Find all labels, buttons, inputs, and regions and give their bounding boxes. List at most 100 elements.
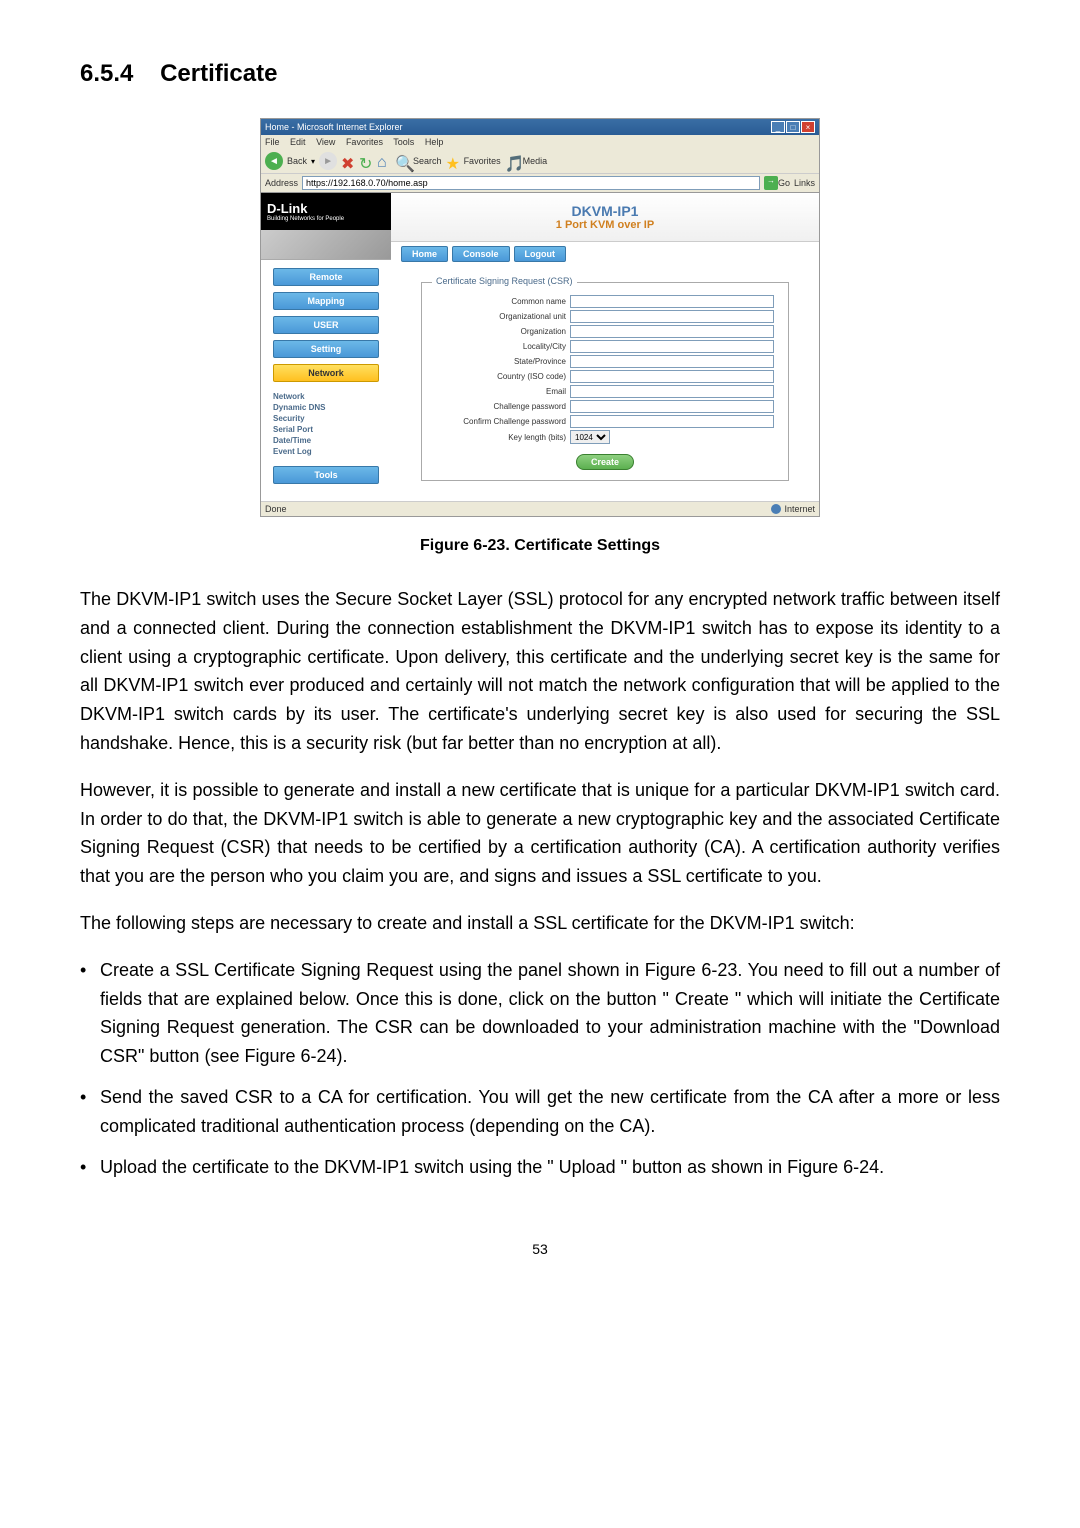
sidebar-mapping[interactable]: Mapping [273, 292, 379, 310]
label-email: Email [436, 387, 566, 396]
window-buttons: _ □ × [771, 121, 815, 133]
sidebar-setting[interactable]: Setting [273, 340, 379, 358]
maximize-button[interactable]: □ [786, 121, 800, 133]
figure-caption: Figure 6-23. Certificate Settings [80, 537, 1000, 555]
menu-file[interactable]: File [265, 137, 280, 147]
paragraph-2: However, it is possible to generate and … [80, 776, 1000, 891]
product-header: DKVM-IP1 1 Port KVM over IP [391, 193, 819, 242]
paragraph-3: The following steps are necessary to cre… [80, 909, 1000, 938]
steps-list: Create a SSL Certificate Signing Request… [80, 956, 1000, 1182]
links-label[interactable]: Links [794, 178, 815, 188]
label-challenge: Challenge password [436, 402, 566, 411]
media-label: Media [523, 156, 548, 166]
label-confirm: Confirm Challenge password [436, 417, 566, 426]
select-keylength[interactable]: 1024 [570, 430, 610, 444]
input-org-unit[interactable] [570, 310, 774, 323]
screenshot: Home - Microsoft Internet Explorer _ □ ×… [80, 118, 1000, 517]
browser-window: Home - Microsoft Internet Explorer _ □ ×… [260, 118, 820, 517]
fieldset-legend: Certificate Signing Request (CSR) [432, 276, 577, 286]
status-done: Done [265, 504, 287, 514]
tab-logout[interactable]: Logout [514, 246, 567, 262]
label-org-unit: Organizational unit [436, 312, 566, 321]
section-number: 6.5.4 [80, 60, 133, 87]
sublink-eventlog[interactable]: Event Log [273, 447, 379, 456]
label-country: Country (ISO code) [436, 372, 566, 381]
logo-subtitle: Building Networks for People [267, 216, 385, 222]
home-icon[interactable]: ⌂ [377, 154, 391, 168]
forward-button[interactable]: ► [319, 152, 337, 170]
input-country[interactable] [570, 370, 774, 383]
stop-icon[interactable]: ✖ [341, 154, 355, 168]
menu-favorites[interactable]: Favorites [346, 137, 383, 147]
input-confirm[interactable] [570, 415, 774, 428]
favorites-icon[interactable]: ★ [446, 154, 460, 168]
label-organization: Organization [436, 327, 566, 336]
refresh-icon[interactable]: ↻ [359, 154, 373, 168]
sidebar-tools[interactable]: Tools [273, 466, 379, 484]
paragraph-1: The DKVM-IP1 switch uses the Secure Sock… [80, 585, 1000, 758]
close-button[interactable]: × [801, 121, 815, 133]
favorites-label: Favorites [464, 156, 501, 166]
titlebar: Home - Microsoft Internet Explorer _ □ × [261, 119, 819, 135]
back-button[interactable]: ◄ [265, 152, 283, 170]
input-challenge[interactable] [570, 400, 774, 413]
address-label: Address [265, 178, 298, 188]
sidebar: D-Link Building Networks for People Remo… [261, 193, 391, 501]
label-keylength: Key length (bits) [436, 433, 566, 442]
section-heading: 6.5.4 Certificate [80, 60, 1000, 88]
go-label: Go [778, 178, 790, 188]
addressbar: Address https://192.168.0.70/home.asp → … [261, 174, 819, 193]
go-button[interactable]: → [764, 176, 778, 190]
menubar: File Edit View Favorites Tools Help [261, 135, 819, 149]
csr-form: Certificate Signing Request (CSR) Common… [391, 262, 819, 501]
minimize-button[interactable]: _ [771, 121, 785, 133]
logo-text: D-Link [267, 201, 307, 216]
sublinks: Network Dynamic DNS Security Serial Port… [261, 392, 391, 456]
input-email[interactable] [570, 385, 774, 398]
back-label: Back [287, 156, 307, 166]
statusbar: Done Internet [261, 501, 819, 516]
label-common-name: Common name [436, 297, 566, 306]
input-common-name[interactable] [570, 295, 774, 308]
tab-row: Home Console Logout [391, 246, 819, 262]
window-title: Home - Microsoft Internet Explorer [265, 122, 403, 132]
tab-console[interactable]: Console [452, 246, 510, 262]
sublink-security[interactable]: Security [273, 414, 379, 423]
sublink-network[interactable]: Network [273, 392, 379, 401]
create-button[interactable]: Create [576, 454, 634, 470]
search-label: Search [413, 156, 442, 166]
product-name: DKVM-IP1 [411, 203, 799, 219]
menu-tools[interactable]: Tools [393, 137, 414, 147]
banner-image [261, 230, 391, 260]
page-content: D-Link Building Networks for People Remo… [261, 193, 819, 501]
menu-edit[interactable]: Edit [290, 137, 306, 147]
sidebar-user[interactable]: USER [273, 316, 379, 334]
search-icon[interactable]: 🔍 [395, 154, 409, 168]
sublink-serial[interactable]: Serial Port [273, 425, 379, 434]
input-state[interactable] [570, 355, 774, 368]
step-1: Create a SSL Certificate Signing Request… [80, 956, 1000, 1071]
sublink-dns[interactable]: Dynamic DNS [273, 403, 379, 412]
section-title: Certificate [160, 60, 277, 87]
globe-icon [771, 504, 781, 514]
input-organization[interactable] [570, 325, 774, 338]
label-state: State/Province [436, 357, 566, 366]
main-content: DKVM-IP1 1 Port KVM over IP Home Console… [391, 193, 819, 501]
input-locality[interactable] [570, 340, 774, 353]
menu-view[interactable]: View [316, 137, 335, 147]
page-number: 53 [80, 1241, 1000, 1257]
sidebar-remote[interactable]: Remote [273, 268, 379, 286]
menu-help[interactable]: Help [425, 137, 444, 147]
sublink-datetime[interactable]: Date/Time [273, 436, 379, 445]
step-2: Send the saved CSR to a CA for certifica… [80, 1083, 1000, 1141]
product-subtitle: 1 Port KVM over IP [411, 219, 799, 231]
media-icon[interactable]: 🎵 [505, 154, 519, 168]
address-input[interactable]: https://192.168.0.70/home.asp [302, 176, 760, 190]
sidebar-network[interactable]: Network [273, 364, 379, 382]
tab-home[interactable]: Home [401, 246, 448, 262]
label-locality: Locality/City [436, 342, 566, 351]
toolbar: ◄ Back ▾ ► ✖ ↻ ⌂ 🔍 Search ★ Favorites 🎵 … [261, 149, 819, 174]
step-3: Upload the certificate to the DKVM-IP1 s… [80, 1153, 1000, 1182]
status-zone: Internet [771, 504, 815, 514]
logo: D-Link Building Networks for People [261, 193, 391, 230]
